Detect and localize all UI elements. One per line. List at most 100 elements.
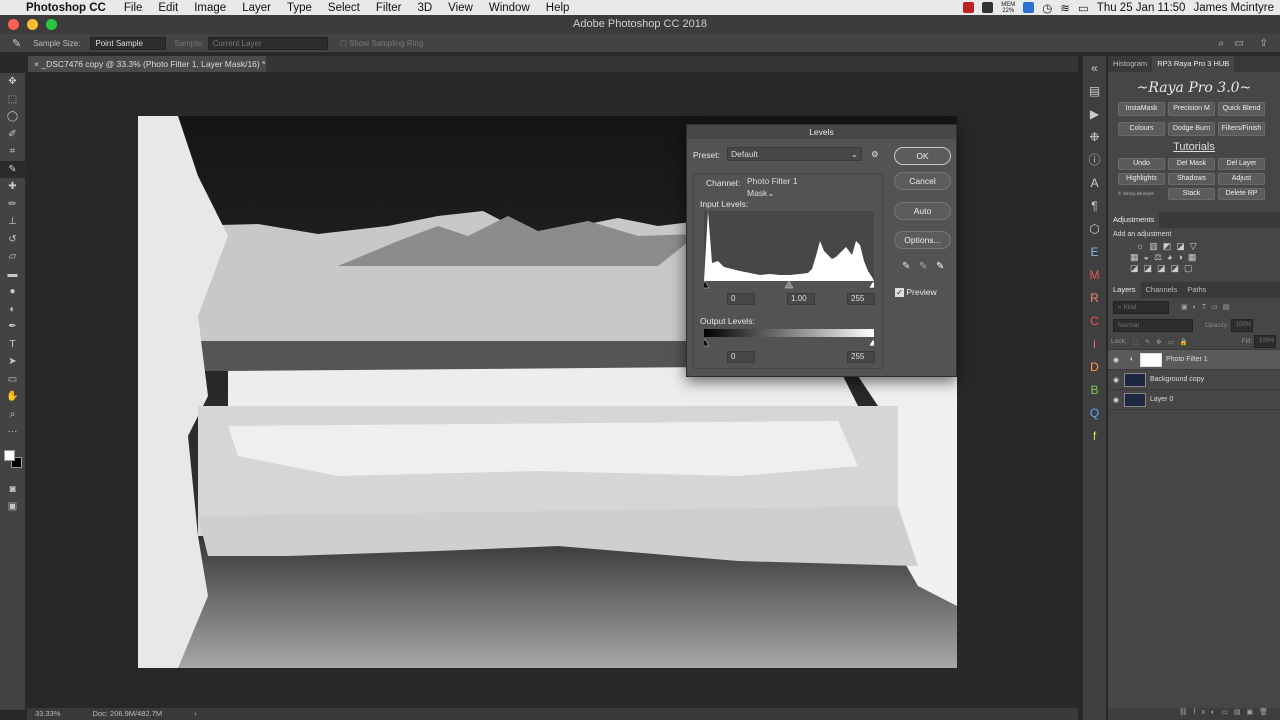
show-sampling-ring-checkbox[interactable]: ☐ Show Sampling Ring — [340, 39, 424, 48]
layer-row[interactable]: ◉ Layer 0 — [1108, 390, 1280, 410]
share-icon[interactable]: ⇧ — [1260, 38, 1268, 49]
zoom-level[interactable]: 33.33% — [35, 709, 60, 718]
gamma-slider[interactable] — [784, 280, 794, 289]
cancel-button[interactable]: Cancel — [894, 172, 951, 190]
workspace-icon[interactable]: ▭ — [1235, 38, 1244, 49]
more-tools-icon[interactable]: ··· — [0, 423, 25, 441]
input-gamma-field[interactable]: 1.00 — [787, 293, 815, 305]
quick-select-tool-icon[interactable]: ✐ — [0, 126, 25, 144]
fill-field[interactable]: 100% — [1254, 335, 1276, 348]
crop-tool-icon[interactable]: ⌗ — [0, 143, 25, 161]
marquee-tool-icon[interactable]: ⬚ — [0, 91, 25, 109]
document-tab[interactable]: × _DSC7476 copy @ 33.3% (Photo Filter 1,… — [28, 56, 266, 72]
bm-plugin-icon[interactable]: B — [1083, 378, 1106, 401]
layer-kind-filter[interactable]: ⌕ Kind — [1113, 300, 1169, 314]
layer-footer-icons[interactable]: ⛓fx◐▭▤▣🗑 — [1108, 708, 1280, 720]
clock-text[interactable]: Thu 25 Jan 11:50 — [1097, 2, 1186, 14]
black-eyedropper-icon[interactable]: ✎ — [902, 261, 910, 272]
screen-mode-icon[interactable]: ▣ — [0, 498, 25, 516]
eyedropper-tool-icon[interactable]: ✎ — [0, 160, 25, 178]
colours-button[interactable]: Colours — [1118, 122, 1165, 136]
status-menu-arrow-icon[interactable]: › — [194, 709, 197, 718]
shadows-button[interactable]: Shadows — [1168, 173, 1215, 185]
play-action-icon[interactable]: ▶ — [1083, 102, 1106, 125]
menu-help[interactable]: Help — [546, 2, 570, 14]
close-window-icon[interactable] — [8, 19, 19, 30]
r-plugin-icon[interactable]: R — [1083, 286, 1106, 309]
menu-view[interactable]: View — [448, 2, 473, 14]
document-close-icon[interactable]: × — [34, 59, 39, 69]
filters-finish-button[interactable]: Filters/Finish — [1218, 122, 1265, 136]
input-white-field[interactable]: 255 — [847, 293, 875, 305]
info-icon[interactable]: ⓘ — [1083, 148, 1106, 171]
menu-type[interactable]: Type — [287, 2, 312, 14]
hand-tool-icon[interactable]: ✋ — [0, 388, 25, 406]
black-point-slider[interactable] — [704, 280, 710, 289]
eye-icon[interactable]: ◉ — [1108, 396, 1124, 404]
adjustment-icons-row1[interactable]: ☼▥◩◪▽ — [1108, 241, 1280, 252]
foreground-color-swatch[interactable] — [4, 449, 15, 461]
im-plugin-icon[interactable]: i — [1083, 332, 1106, 355]
lock-icons[interactable]: ⬚✎✥▭🔒 — [1133, 338, 1194, 346]
color-swatches[interactable] — [0, 441, 25, 481]
tab-raya-pro-hub[interactable]: RP3 Raya Pro 3 HUB — [1152, 56, 1235, 72]
del-layer-button[interactable]: Del Layer — [1218, 158, 1265, 170]
menu-edit[interactable]: Edit — [158, 2, 178, 14]
tab-paths[interactable]: Paths — [1182, 282, 1211, 298]
options-button[interactable]: Options... — [894, 231, 951, 249]
tab-channels[interactable]: Channels — [1141, 282, 1183, 298]
output-black-field[interactable]: 0 — [727, 351, 755, 363]
eyedropper-tool-icon[interactable]: ✎ — [12, 37, 21, 50]
menu-filter[interactable]: Filter — [376, 2, 402, 14]
sample-select[interactable]: Current Layer — [207, 36, 328, 50]
ok-button[interactable]: OK — [894, 147, 951, 165]
status-app-icon[interactable] — [1023, 2, 1035, 13]
sample-size-select[interactable]: Point Sample — [90, 36, 167, 50]
wifi-icon[interactable]: ≋ — [1060, 1, 1070, 15]
layer-mask-thumbnail[interactable] — [1140, 352, 1162, 367]
eye-icon[interactable]: ◉ — [1108, 356, 1124, 364]
tab-layers[interactable]: Layers — [1108, 282, 1141, 298]
input-black-field[interactable]: 0 — [727, 293, 755, 305]
auto-button[interactable]: Auto — [894, 202, 951, 220]
paragraph-icon[interactable]: ¶ — [1083, 194, 1106, 217]
quick-mask-icon[interactable]: ◙ — [0, 481, 25, 499]
preset-select[interactable]: Default ⌄ — [727, 147, 862, 161]
move-tool-icon[interactable]: ✥ — [0, 73, 25, 91]
type-tool-icon[interactable]: T — [0, 336, 25, 354]
dodge-burn-button[interactable]: Dodge Burn — [1168, 122, 1215, 136]
menu-file[interactable]: File — [124, 2, 143, 14]
layer-filter-icons[interactable]: ▣◐T▭▤ — [1181, 303, 1234, 311]
dodge-tool-icon[interactable]: ◐ — [0, 301, 25, 319]
status-app-icon[interactable] — [982, 2, 994, 13]
channel-select[interactable]: Photo Filter 1 Mask⌄ — [744, 175, 828, 198]
layer-name[interactable]: Background copy — [1150, 376, 1204, 383]
app-menu[interactable]: Photoshop CC — [26, 2, 106, 14]
m-plugin-icon[interactable]: M — [1083, 263, 1106, 286]
blend-mode-select[interactable]: Normal — [1113, 318, 1193, 332]
del-mask-button[interactable]: Del Mask — [1168, 158, 1215, 170]
layer-name[interactable]: Layer 0 — [1150, 396, 1173, 403]
tab-adjustments[interactable]: Adjustments — [1108, 212, 1160, 228]
eye-icon[interactable]: ◉ — [1108, 376, 1124, 384]
levels-histogram[interactable] — [704, 211, 874, 289]
layer-row[interactable]: ◉ ◐ Photo Filter 1 — [1108, 350, 1280, 370]
undo-button[interactable]: Undo — [1118, 158, 1165, 170]
preview-checkbox[interactable]: ✓ Preview — [895, 287, 937, 298]
opacity-field[interactable]: 100% — [1230, 318, 1253, 332]
tab-histogram[interactable]: Histogram — [1108, 56, 1152, 72]
history-brush-icon[interactable]: ↺ — [0, 231, 25, 249]
status-app-icon[interactable] — [963, 2, 975, 13]
adjustment-icons-row3[interactable]: ◪◪◪◪▢ — [1108, 263, 1280, 274]
stack-button[interactable]: Stack — [1168, 188, 1215, 200]
character-icon[interactable]: A — [1083, 171, 1106, 194]
delete-rp-button[interactable]: Delete RP — [1218, 188, 1265, 200]
layer-name[interactable]: Photo Filter 1 — [1166, 356, 1208, 363]
zoom-window-icon[interactable] — [46, 19, 57, 30]
shape-tool-icon[interactable]: ▭ — [0, 371, 25, 389]
menu-3d[interactable]: 3D — [417, 2, 432, 14]
highlights-button[interactable]: Highlights — [1118, 173, 1165, 185]
quick-blend-button[interactable]: Quick Blend — [1218, 102, 1265, 116]
zoom-tool-icon[interactable]: ⌕ — [0, 406, 25, 424]
output-white-field[interactable]: 255 — [847, 351, 875, 363]
